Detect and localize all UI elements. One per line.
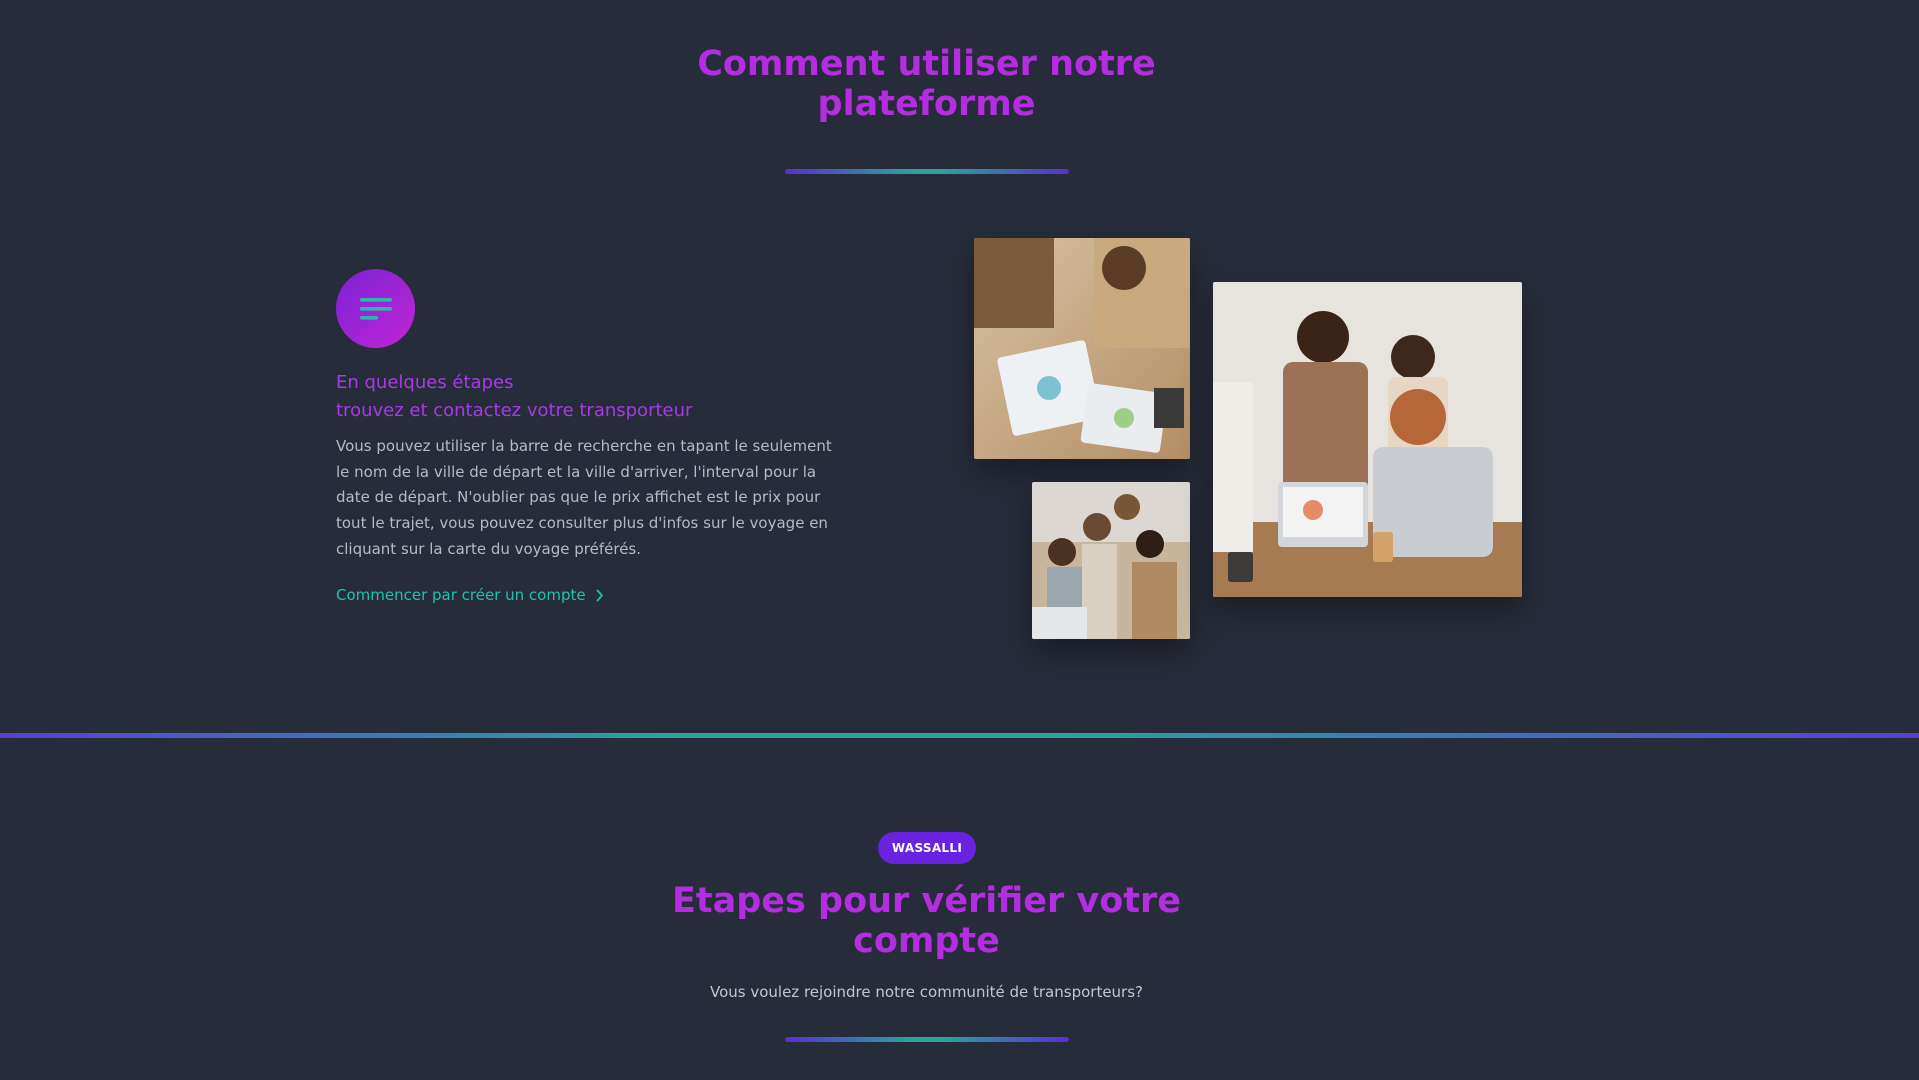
verify-subtitle: Vous voulez rejoindre notre communité de…	[709, 983, 1143, 1001]
feature-heading-line1: En quelques étapes	[336, 372, 514, 393]
verify-title: Etapes pour vérifier votre compte	[0, 881, 1853, 961]
team-meeting-photo	[974, 238, 1190, 459]
menu-icon	[359, 297, 392, 320]
how-to-title: Comment utiliser notre plateforme	[0, 44, 1853, 124]
title-divider	[785, 169, 1069, 174]
create-account-label: Commencer par créer un compte	[336, 586, 586, 604]
feature-description: Vous pouvez utiliser la barre de recherc…	[336, 437, 832, 558]
section-separator	[0, 733, 1919, 738]
feature-heading-line2: trouvez et contactez votre transporteur	[336, 400, 693, 421]
team-coffee-photo	[1213, 282, 1522, 597]
team-laptop-photo	[1032, 482, 1190, 639]
verify-title-line1: Etapes pour vérifier votre	[671, 881, 1182, 921]
menu-icon-badge	[336, 269, 415, 348]
chevron-right-icon	[596, 589, 603, 601]
verify-title-line2: compte	[853, 921, 1000, 961]
verify-divider	[785, 1037, 1069, 1042]
feature-heading: En quelques étapes trouvez et contactez …	[336, 369, 896, 425]
create-account-link[interactable]: Commencer par créer un compte	[336, 586, 604, 604]
how-to-title-line2: plateforme	[817, 84, 1036, 124]
brand-tag: WASSALLI	[878, 832, 976, 864]
how-to-title-line1: Comment utiliser notre	[697, 44, 1156, 84]
